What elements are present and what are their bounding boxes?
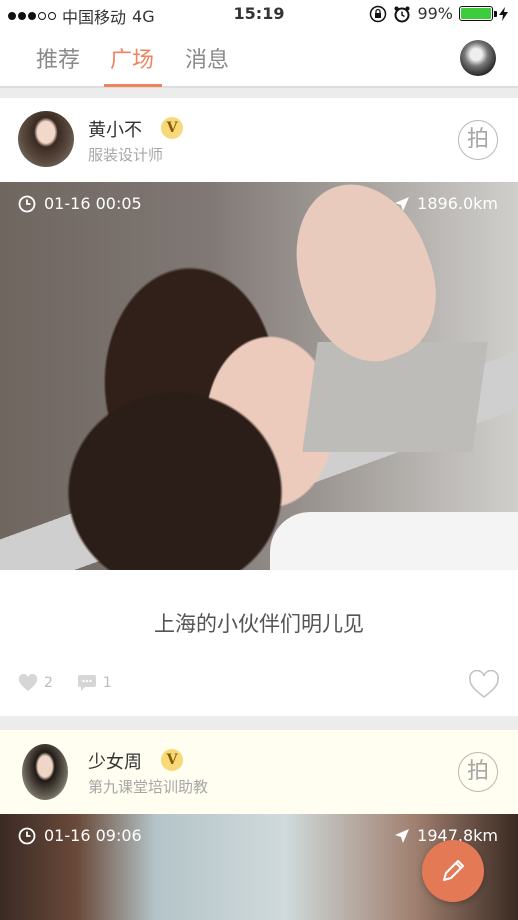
user-avatar[interactable] [460, 40, 496, 76]
top-nav: 推荐 广场 消息 [0, 28, 518, 88]
active-tab-indicator [104, 84, 162, 87]
status-right: 99% [369, 4, 508, 23]
location-arrow-icon [395, 196, 410, 211]
status-bar: 中国移动 4G 15:19 99% [0, 0, 518, 28]
tab-recommend[interactable]: 推荐 [36, 42, 80, 74]
post-time-text: 01-16 09:06 [44, 826, 142, 845]
location-arrow-icon [395, 828, 410, 843]
verified-badge: V [161, 117, 183, 139]
battery-percent: 99% [417, 4, 453, 23]
tab-messages[interactable]: 消息 [185, 42, 229, 74]
rotation-lock-icon [370, 5, 387, 22]
clock-icon [18, 195, 36, 212]
charging-icon [499, 6, 508, 21]
post-author-avatar[interactable] [18, 111, 74, 167]
post-author-role: 服装设计师 [88, 146, 164, 164]
post-author-avatar[interactable] [22, 744, 68, 800]
post-distance: 1896.0km [395, 194, 498, 213]
post-time-text: 01-16 00:05 [44, 194, 142, 213]
clock-icon [18, 827, 36, 844]
like-count: 2 [44, 675, 53, 691]
post-distance-text: 1896.0km [417, 194, 498, 213]
pencil-icon [443, 860, 464, 881]
battery-icon [459, 6, 497, 21]
like-count-icon [18, 674, 38, 691]
verified-badge: V [161, 749, 183, 771]
post-author-name[interactable]: 黄小不 [88, 116, 142, 142]
comment-count-icon [77, 675, 96, 691]
like-heart-icon[interactable] [468, 670, 500, 700]
post-author-role: 第九课堂培训助教 [88, 778, 209, 796]
post-stats: 2 1 [18, 674, 112, 692]
post-time: 01-16 00:05 [18, 194, 142, 213]
post-caption: 上海的小伙伴们明儿见 [154, 612, 364, 636]
tab-square[interactable]: 广场 [110, 42, 154, 74]
post-photo[interactable]: 01-16 00:05 1896.0km [0, 182, 518, 570]
shoot-button[interactable]: 拍 [458, 752, 498, 792]
post-card: 黄小不 V 服装设计师 拍 01-16 00:05 1896.0km 上海的小伙… [0, 98, 518, 716]
post-time: 01-16 09:06 [18, 826, 142, 845]
compose-button[interactable] [422, 840, 484, 902]
shoot-button[interactable]: 拍 [458, 120, 498, 160]
alarm-icon [394, 6, 410, 22]
comment-count: 1 [102, 675, 112, 691]
post-author-name[interactable]: 少女周 [88, 748, 142, 774]
